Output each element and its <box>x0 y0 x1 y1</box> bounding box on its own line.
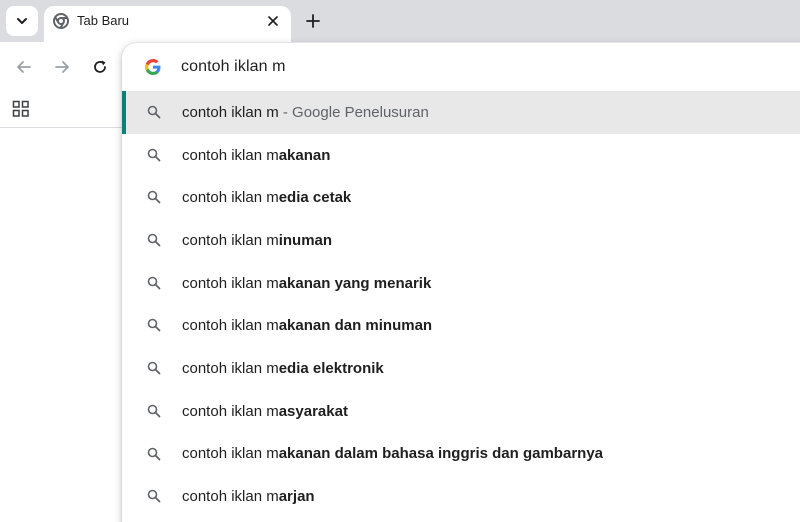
search-icon <box>147 105 161 119</box>
new-tab-button[interactable] <box>300 8 326 34</box>
chevron-down-icon <box>17 18 27 24</box>
suggestion-item[interactable]: contoh iklan minuman <box>122 219 800 262</box>
suggestion-text: contoh iklan minuman <box>182 231 333 249</box>
close-icon <box>268 16 278 26</box>
suggestion-text: contoh iklan marjan <box>182 488 315 506</box>
suggestion-list: contoh iklan m - Google Penelusuran cont… <box>122 91 800 518</box>
reload-button[interactable] <box>89 56 111 78</box>
suggestion-text: contoh iklan media elektronik <box>182 359 384 377</box>
arrow-left-icon <box>17 61 31 73</box>
search-icon <box>147 233 161 247</box>
suggestion-item[interactable]: contoh iklan makanan dan minuman <box>122 304 800 347</box>
search-icon <box>147 404 161 418</box>
suggestion-text: contoh iklan makanan yang menarik <box>182 274 432 292</box>
search-icon <box>147 276 161 290</box>
chrome-icon <box>53 13 69 29</box>
suggestion-text: contoh iklan media cetak <box>182 189 352 207</box>
suggestion-item[interactable]: contoh iklan marjan <box>122 475 800 518</box>
suggestion-text: contoh iklan makanan <box>182 146 331 164</box>
tab-title: Tab Baru <box>77 13 130 28</box>
suggestion-item[interactable]: contoh iklan media cetak <box>122 176 800 219</box>
suggestion-item[interactable]: contoh iklan media elektronik <box>122 347 800 390</box>
search-icon <box>147 489 161 503</box>
suggestion-text: contoh iklan makanan dalam bahasa inggri… <box>182 445 603 463</box>
suggestion-text: contoh iklan masyarakat <box>182 402 348 420</box>
apps-grid-icon[interactable] <box>12 100 30 118</box>
tab-search-button[interactable] <box>6 6 38 36</box>
suggestion-text: contoh iklan makanan dan minuman <box>182 317 433 335</box>
suggestion-item[interactable]: contoh iklan makanan dalam bahasa inggri… <box>122 433 800 476</box>
suggestion-item[interactable]: contoh iklan makanan yang menarik <box>122 262 800 305</box>
arrow-right-icon <box>55 61 69 73</box>
search-icon <box>147 319 161 332</box>
forward-button[interactable] <box>51 56 73 78</box>
back-button[interactable] <box>13 56 35 78</box>
suggestion-item[interactable]: contoh iklan masyarakat <box>122 390 800 433</box>
search-icon <box>147 361 161 375</box>
omnibox-dropdown: contoh iklan m contoh iklan m - Google P… <box>122 43 800 522</box>
omnibox-input-row[interactable]: contoh iklan m <box>122 43 800 91</box>
tab-new-tab[interactable]: Tab Baru <box>44 6 291 42</box>
search-icon <box>147 447 161 460</box>
reload-icon <box>94 60 106 73</box>
suggestion-text: contoh iklan m - Google Penelusuran <box>182 103 429 121</box>
omnibox-input[interactable]: contoh iklan m <box>181 58 286 76</box>
tab-strip: Tab Baru <box>0 0 800 42</box>
search-icon <box>147 191 161 204</box>
google-g-icon <box>145 59 161 75</box>
search-icon <box>147 148 161 162</box>
suggestion-item[interactable]: contoh iklan m - Google Penelusuran <box>122 91 800 134</box>
browser-window: Tab Baru contoh iklan m contoh iklan m -… <box>0 0 800 522</box>
suggestion-item[interactable]: contoh iklan makanan <box>122 134 800 177</box>
tab-close-button[interactable] <box>263 11 283 31</box>
plus-icon <box>306 14 320 28</box>
